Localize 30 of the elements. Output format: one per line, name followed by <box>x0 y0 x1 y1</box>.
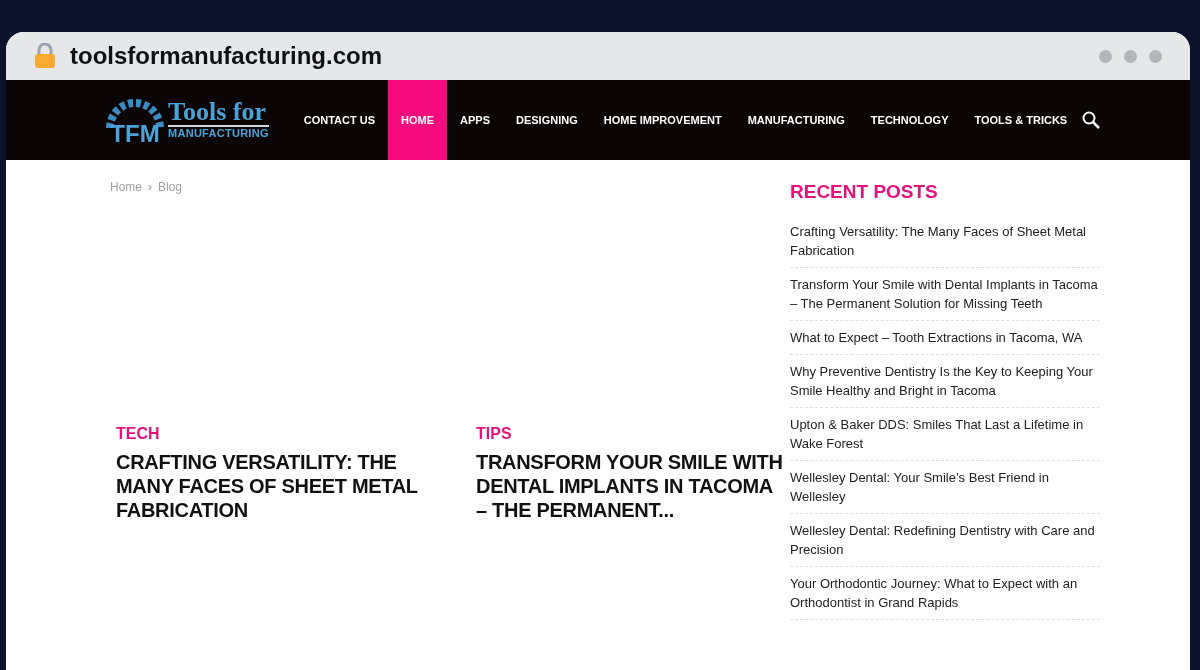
breadcrumb-separator: › <box>148 179 152 196</box>
breadcrumb-current: Blog <box>158 179 183 196</box>
nav-tab[interactable]: HOME IMPROVEMENT <box>590 80 735 160</box>
recent-post-link[interactable]: Crafting Versatility: The Many Faces of Sheet Metal Fabrication <box>790 221 1100 260</box>
recent-post-link[interactable]: Your Orthodontic Journey: What to Expect with an Orthodontist in Grand Rapids <box>790 573 1100 612</box>
lock-icon <box>34 43 56 69</box>
post-category[interactable]: TIPS <box>476 422 786 446</box>
recent-post-link[interactable]: Transform Your Smile with Dental Implants in Tacoma – The Permanent Solution for Missing Teeth <box>790 274 1100 313</box>
post-title[interactable]: CRAFTING VERSATILITY: THE MANY FACES OF SHEET METAL FABRICATION <box>116 450 426 522</box>
nav-tab[interactable]: TOOLS & TRICKS <box>961 80 1081 160</box>
nav-tab[interactable]: HOME <box>388 80 448 160</box>
post-category[interactable]: TECH <box>116 422 426 446</box>
url-text[interactable]: toolsformanufacturing.com <box>70 38 382 74</box>
nav-tab[interactable]: TECHNOLOGY <box>857 80 962 160</box>
logo-subtitle: MANUFACTURING <box>168 127 269 141</box>
nav-tab[interactable]: APPS <box>447 80 503 160</box>
recent-post-link[interactable]: What to Expect – Tooth Extractions in Tacoma, WA <box>790 327 1100 347</box>
recent-post-link[interactable]: Wellesley Dental: Your Smile’s Best Friend in Wellesley <box>790 467 1100 506</box>
post-title[interactable]: TRANSFORM YOUR SMILE WITH DENTAL IMPLANTS IN TACOMA – THE PERMANENT... <box>476 450 786 522</box>
nav-tab[interactable]: DESIGNING <box>503 80 591 160</box>
logo-title: Tools for <box>168 99 269 128</box>
logo-monogram: TFM <box>110 122 160 146</box>
sidebar-heading: RECENT POSTS <box>790 180 939 204</box>
nav-tab[interactable]: CONTACT US <box>290 80 389 160</box>
site-logo[interactable]: TFM Tools for MANUFACTURING <box>106 80 269 160</box>
recent-post-link[interactable]: Why Preventive Dentistry Is the Key to Keeping Your Smile Healthy and Bright in Tacoma <box>790 361 1100 400</box>
recent-post-link[interactable]: Upton & Baker DDS: Smiles That Last a Lifetime in Wake Forest <box>790 414 1100 453</box>
search-icon[interactable] <box>1082 111 1100 129</box>
recent-post-link[interactable]: Wellesley Dental: Redefining Dentistry with Care and Precision <box>790 520 1100 559</box>
nav-tab[interactable]: MANUFACTURING <box>734 80 858 160</box>
